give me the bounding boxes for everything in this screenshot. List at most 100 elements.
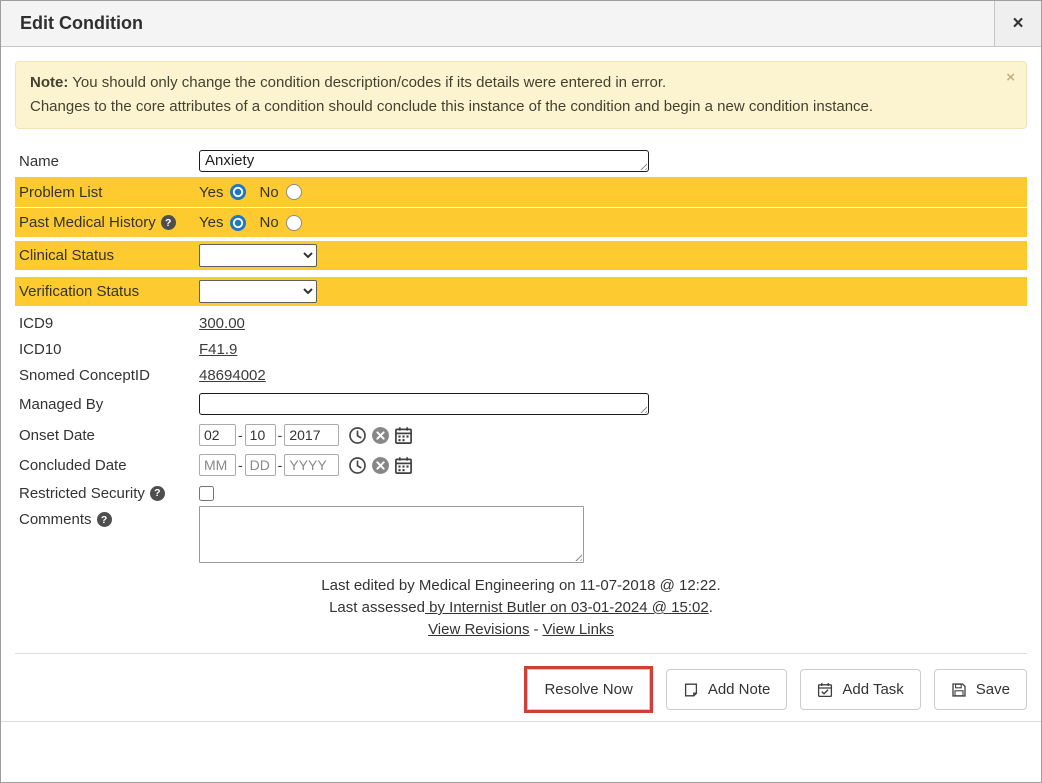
name-label: Name <box>15 153 199 170</box>
last-assessed-line: Last assessed by Internist Butler on 03-… <box>15 597 1027 619</box>
icd9-label: ICD9 <box>15 315 199 332</box>
note-line-2: Changes to the core attributes of a cond… <box>30 95 992 119</box>
time-picker-icon[interactable] <box>348 456 367 475</box>
date-separator: - <box>238 457 243 473</box>
modal-footer <box>1 721 1041 782</box>
field-row-icd10: ICD10 F41.9 <box>15 336 1027 362</box>
add-task-label: Add Task <box>842 681 903 698</box>
snomed-label-text: Snomed ConceptID <box>19 367 150 384</box>
clear-date-icon[interactable] <box>371 426 390 445</box>
note-icon <box>683 682 699 698</box>
field-row-problem-list: Problem List Yes No <box>15 177 1027 207</box>
comments-textarea[interactable] <box>199 506 584 563</box>
restricted-security-label-text: Restricted Security <box>19 485 145 502</box>
comments-label-text: Comments <box>19 511 92 528</box>
name-input[interactable]: Anxiety <box>199 150 649 172</box>
concluded-date-label: Concluded Date <box>15 457 199 474</box>
field-row-onset-date: Onset Date - - <box>15 420 1027 450</box>
icd9-link[interactable]: 300.00 <box>199 315 245 332</box>
concluded-month-input[interactable] <box>199 454 236 476</box>
icd10-label-text: ICD10 <box>19 341 62 358</box>
save-button[interactable]: Save <box>934 669 1027 710</box>
restricted-security-label: Restricted Security ? <box>15 485 199 502</box>
resolve-now-label: Resolve Now <box>544 681 632 698</box>
field-row-clinical-status: Clinical Status <box>15 241 1027 270</box>
help-icon[interactable]: ? <box>161 215 176 230</box>
clinical-status-label-text: Clinical Status <box>19 247 114 264</box>
edit-condition-modal: Edit Condition × Note: You should only c… <box>0 0 1042 783</box>
resolve-now-button[interactable]: Resolve Now <box>527 669 649 710</box>
last-edited-line: Last edited by Medical Engineering on 11… <box>15 575 1027 597</box>
last-assessed-suffix: . <box>709 599 713 616</box>
restricted-security-checkbox[interactable] <box>199 486 214 501</box>
field-row-snomed: Snomed ConceptID 48694002 <box>15 362 1027 388</box>
modal-body: Note: You should only change the conditi… <box>1 47 1041 721</box>
note-prefix: Note: <box>30 74 68 91</box>
view-links-link[interactable]: View Links <box>543 621 614 638</box>
problem-list-yes-radio[interactable] <box>230 184 246 200</box>
concluded-date-label-text: Concluded Date <box>19 457 127 474</box>
time-picker-icon[interactable] <box>348 426 367 445</box>
field-row-concluded-date: Concluded Date - - <box>15 450 1027 480</box>
resolve-now-annotation: Resolve Now <box>524 666 652 713</box>
onset-month-input[interactable] <box>199 424 236 446</box>
onset-date-label-text: Onset Date <box>19 427 95 444</box>
clinical-status-select[interactable] <box>199 244 317 267</box>
help-icon[interactable]: ? <box>97 512 112 527</box>
help-icon[interactable]: ? <box>150 486 165 501</box>
date-separator: - <box>278 457 283 473</box>
clinical-status-label: Clinical Status <box>15 247 199 264</box>
snomed-link[interactable]: 48694002 <box>199 367 266 384</box>
comments-label: Comments ? <box>15 511 199 528</box>
calendar-icon[interactable] <box>394 456 413 475</box>
field-row-comments: Comments ? <box>15 506 1027 563</box>
calendar-icon[interactable] <box>394 426 413 445</box>
past-medical-history-yes-text: Yes <box>199 214 223 231</box>
icd10-label: ICD10 <box>15 341 199 358</box>
icd9-label-text: ICD9 <box>19 315 53 332</box>
field-row-past-medical-history: Past Medical History ? Yes No <box>15 208 1027 237</box>
close-icon: × <box>1012 13 1023 34</box>
last-assessed-prefix: Last assessed <box>329 599 425 616</box>
problem-list-no-radio[interactable] <box>286 184 302 200</box>
past-medical-history-label-text: Past Medical History <box>19 214 156 231</box>
clear-date-icon[interactable] <box>371 456 390 475</box>
task-calendar-icon <box>817 682 833 698</box>
note-dismiss-button[interactable]: × <box>1006 69 1015 86</box>
field-row-managed-by: Managed By <box>15 388 1027 420</box>
add-note-label: Add Note <box>708 681 771 698</box>
field-row-restricted-security: Restricted Security ? <box>15 480 1027 506</box>
date-separator: - <box>278 427 283 443</box>
note-dismiss-icon: × <box>1006 69 1015 86</box>
managed-by-label-text: Managed By <box>19 396 103 413</box>
managed-by-label: Managed By <box>15 396 199 413</box>
field-row-verification-status: Verification Status <box>15 277 1027 306</box>
action-bar: Resolve Now Add Note Add Task Save <box>15 653 1027 721</box>
verification-status-select[interactable] <box>199 280 317 303</box>
problem-list-yes-text: Yes <box>199 184 223 201</box>
verification-status-label-text: Verification Status <box>19 283 139 300</box>
problem-list-label: Problem List <box>15 184 199 201</box>
close-button[interactable]: × <box>994 1 1041 46</box>
problem-list-no-text: No <box>259 184 278 201</box>
note-line-1: Note: You should only change the conditi… <box>30 71 992 95</box>
name-label-text: Name <box>19 153 59 170</box>
add-note-button[interactable]: Add Note <box>666 669 788 710</box>
past-medical-history-yes-radio[interactable] <box>230 215 246 231</box>
managed-by-input[interactable] <box>199 393 649 415</box>
verification-status-label: Verification Status <box>15 283 199 300</box>
concluded-year-input[interactable] <box>284 454 339 476</box>
onset-date-label: Onset Date <box>15 427 199 444</box>
onset-day-input[interactable] <box>245 424 276 446</box>
add-task-button[interactable]: Add Task <box>800 669 920 710</box>
past-medical-history-no-radio[interactable] <box>286 215 302 231</box>
icd10-link[interactable]: F41.9 <box>199 341 237 358</box>
view-revisions-link[interactable]: View Revisions <box>428 621 529 638</box>
field-row-icd9: ICD9 300.00 <box>15 310 1027 336</box>
last-assessed-link[interactable]: by Internist Butler on 03-01-2024 @ 15:0… <box>425 599 709 616</box>
problem-list-label-text: Problem List <box>19 184 102 201</box>
onset-year-input[interactable] <box>284 424 339 446</box>
concluded-day-input[interactable] <box>245 454 276 476</box>
note-banner: Note: You should only change the conditi… <box>15 61 1027 129</box>
save-icon <box>951 682 967 698</box>
